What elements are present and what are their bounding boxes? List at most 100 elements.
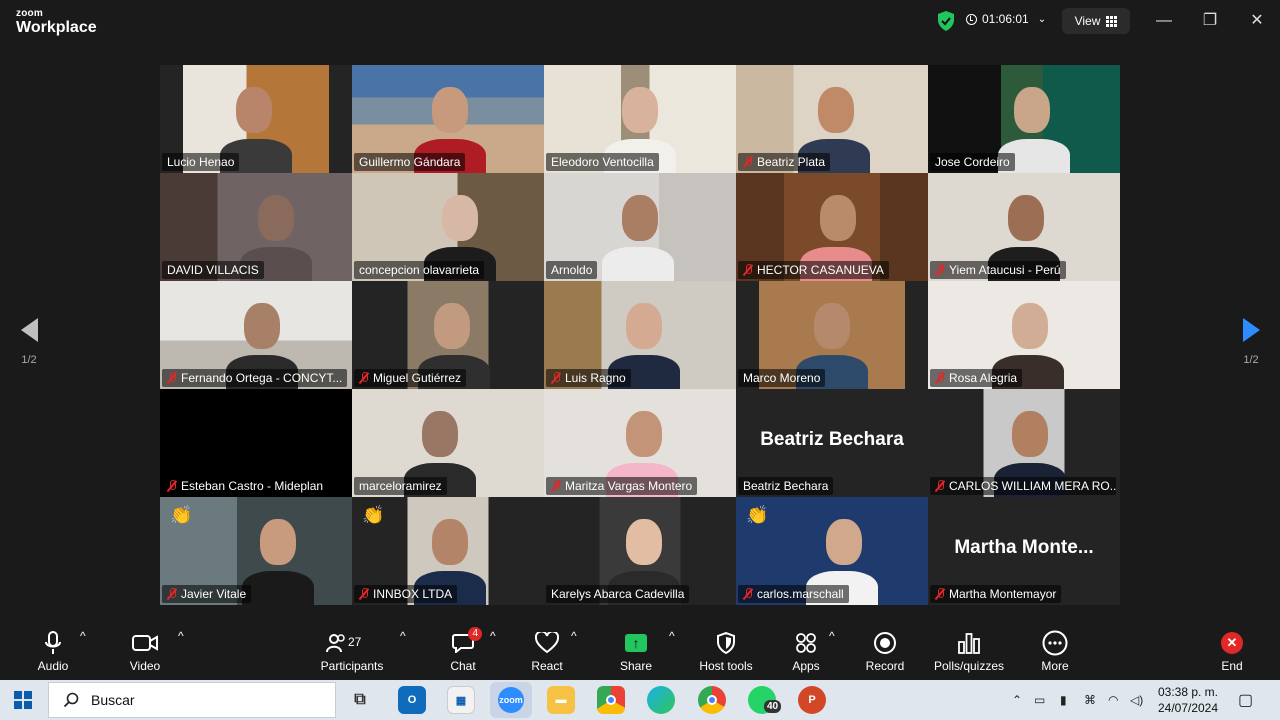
avatar-name-label: Beatriz Bechara [760, 429, 904, 450]
clap-reaction-icon: 👏 [170, 505, 193, 525]
clap-reaction-icon: 👏 [746, 505, 769, 525]
participant-tile[interactable]: Beatriz Plata [736, 65, 928, 173]
participant-tile[interactable]: DAVID VILLACIS [160, 173, 352, 281]
mic-muted-icon [935, 264, 945, 276]
windows-taskbar: Buscar ⧉ O ▦ zoom ▬ 40 P ⌃ ▭ ▮ ⌘ ◠ ◁) 03… [0, 680, 1280, 720]
mic-muted-icon [743, 588, 753, 600]
participant-body [602, 247, 674, 281]
edge-app-icon[interactable] [647, 686, 675, 714]
search-icon [63, 692, 79, 708]
participant-tile[interactable]: Beatriz Bechara Beatriz Bechara [736, 389, 928, 497]
participant-tile[interactable]: Maritza Vargas Montero [544, 389, 736, 497]
more-button[interactable]: More [1039, 629, 1071, 673]
volume-icon[interactable]: ◁) [1130, 680, 1143, 720]
participant-tile[interactable]: Lucio Henao [160, 65, 352, 173]
show-hidden-icons-chevron-icon[interactable]: ⌃ [1012, 680, 1022, 720]
participant-tile[interactable]: Karelys Abarca Cadevilla [544, 497, 736, 605]
chrome-profile-app-icon[interactable] [698, 686, 726, 714]
participant-name: Esteban Castro - Mideplan [181, 479, 324, 493]
meet-now-icon[interactable]: ⌘ [1084, 680, 1096, 720]
next-page-button[interactable]: 1/2 [1231, 318, 1271, 378]
windows-start-icon[interactable] [14, 691, 32, 709]
zoom-app-taskbar-button[interactable]: zoom [490, 682, 532, 718]
close-window-button[interactable]: ✕ [1245, 10, 1269, 34]
participant-tile[interactable]: Luis Ragno [544, 281, 736, 389]
apps-button[interactable]: Apps [789, 629, 823, 673]
participant-face [1012, 303, 1048, 349]
outlook-app-icon[interactable]: O [398, 686, 426, 714]
usb-icon[interactable]: ▮ [1060, 680, 1067, 720]
participant-tile[interactable]: Eleodoro Ventocilla [544, 65, 736, 173]
participant-tile[interactable]: Jose Cordeiro [928, 65, 1120, 173]
minimize-window-button[interactable]: — [1152, 10, 1176, 34]
participant-tile[interactable]: Fernando Ortega - CONCYT... [160, 281, 352, 389]
participant-tile[interactable]: HECTOR CASANUEVA [736, 173, 928, 281]
system-clock[interactable]: 03:38 p. m. 24/07/2024 [1150, 684, 1226, 716]
participants-icon [326, 634, 345, 653]
participant-name-tag: Arnoldo [546, 261, 598, 279]
task-view-icon[interactable]: ⧉ [346, 686, 374, 714]
react-button[interactable]: React [530, 629, 564, 673]
chat-options-caret-icon[interactable]: ^ [490, 629, 496, 643]
participant-face [432, 519, 468, 565]
battery-icon[interactable]: ▭ [1034, 680, 1045, 720]
powerpoint-app-icon[interactable]: P [798, 686, 826, 714]
participants-button[interactable]: 27 Participants [318, 629, 386, 673]
view-button[interactable]: View [1062, 8, 1130, 34]
chat-button[interactable]: 4 Chat [448, 627, 482, 673]
participant-name-tag: Guillermo Gándara [354, 153, 466, 171]
react-options-caret-icon[interactable]: ^ [571, 629, 577, 643]
notifications-icon[interactable]: ▢ [1238, 680, 1253, 720]
participant-tile[interactable]: Guillermo Gándara [352, 65, 544, 173]
participant-tile[interactable]: Miguel Gutiérrez [352, 281, 544, 389]
taskbar-search-box[interactable]: Buscar [48, 682, 336, 718]
logo-small-text: zoom [16, 8, 43, 19]
meeting-timer[interactable]: 01:06:01 ⌄ [966, 12, 1046, 26]
participant-tile[interactable]: 👏 carlos.marschall [736, 497, 928, 605]
participant-tile[interactable]: Esteban Castro - Mideplan [160, 389, 352, 497]
polls-button[interactable]: Polls/quizzes [932, 629, 1006, 673]
participant-tile[interactable]: Martha Monte... Martha Montemayor [928, 497, 1120, 605]
participant-tile[interactable]: Rosa Alegria [928, 281, 1120, 389]
video-options-caret-icon[interactable]: ^ [178, 629, 184, 643]
participant-name: Rosa Alegria [949, 371, 1018, 385]
share-options-caret-icon[interactable]: ^ [669, 629, 675, 643]
participant-name: Beatriz Plata [757, 155, 826, 169]
end-meeting-button[interactable]: ✕ End [1219, 629, 1245, 673]
participant-name: Martha Montemayor [949, 587, 1057, 601]
host-tools-button[interactable]: Host tools [695, 629, 757, 673]
participant-face [258, 195, 294, 241]
participant-tile[interactable]: concepcion olavarrieta [352, 173, 544, 281]
participant-tile[interactable]: CARLOS WILLIAM MERA RO... [928, 389, 1120, 497]
record-button[interactable]: Record [864, 629, 906, 673]
wifi-icon[interactable]: ◠ [1108, 680, 1118, 720]
participant-name-tag: Beatriz Plata [738, 153, 831, 171]
end-x-icon: ✕ [1221, 632, 1243, 654]
participant-name: Luis Ragno [565, 371, 626, 385]
participant-tile[interactable]: 👏 INNBOX LTDA [352, 497, 544, 605]
restore-window-button[interactable]: ❐ [1198, 10, 1222, 34]
audio-button[interactable]: Audio [32, 629, 74, 673]
share-button[interactable]: ↑ Share [619, 629, 653, 673]
audio-options-caret-icon[interactable]: ^ [80, 629, 86, 643]
participant-face [442, 195, 478, 241]
apps-options-caret-icon[interactable]: ^ [829, 629, 835, 643]
participant-name-tag: Esteban Castro - Mideplan [162, 477, 329, 495]
participant-tile[interactable]: 👏 Javier Vitale [160, 497, 352, 605]
file-explorer-icon[interactable]: ▬ [547, 686, 575, 714]
chrome-app-icon[interactable] [597, 686, 625, 714]
audio-label: Audio [37, 659, 69, 673]
participant-tile[interactable]: marceloramirez [352, 389, 544, 497]
previous-page-button[interactable]: 1/2 [9, 318, 49, 378]
logo-big-text: Workplace [16, 19, 97, 36]
participant-tile[interactable]: Yiem Ataucusi - Perú [928, 173, 1120, 281]
participant-tile[interactable]: Arnoldo [544, 173, 736, 281]
zoom-meeting-window: zoom Workplace 01:06:01 ⌄ View — ❐ ✕ 1/2… [0, 0, 1280, 680]
participants-options-caret-icon[interactable]: ^ [400, 629, 406, 643]
participant-name: CARLOS WILLIAM MERA RO... [949, 479, 1116, 493]
store-app-icon[interactable]: ▦ [447, 686, 475, 714]
participant-tile[interactable]: Marco Moreno [736, 281, 928, 389]
whatsapp-app-icon[interactable]: 40 [748, 686, 782, 714]
video-button[interactable]: Video [126, 629, 164, 673]
encryption-shield-icon[interactable] [936, 10, 956, 32]
